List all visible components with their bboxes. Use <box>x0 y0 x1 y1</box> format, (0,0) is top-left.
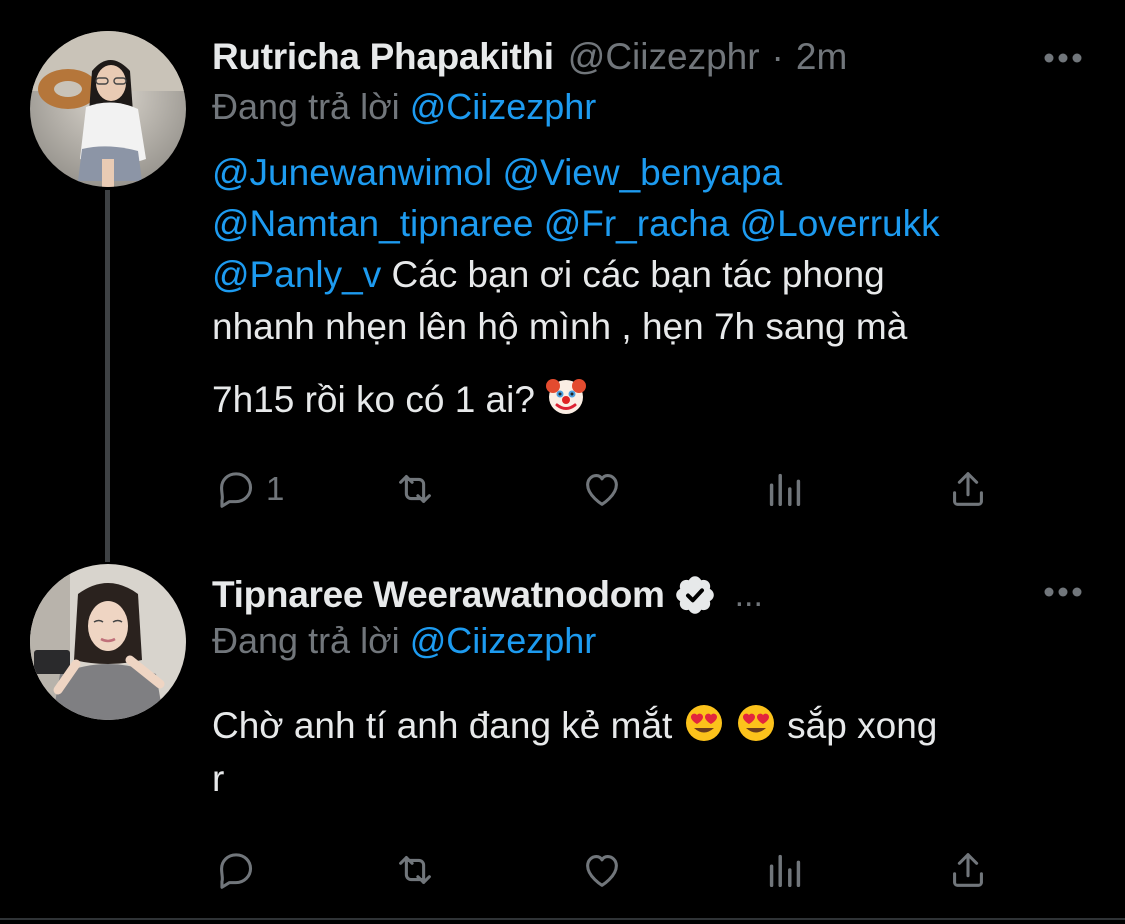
retweet-button[interactable] <box>392 464 438 514</box>
heart-icon <box>586 855 618 887</box>
mention-link[interactable]: @Panly_v <box>212 254 381 295</box>
reply-icon <box>220 853 253 889</box>
body-text: Chờ anh tí anh đang kẻ mắt <box>212 705 683 746</box>
replying-to-line: Đang trả lời @Ciizezphr <box>212 86 596 128</box>
tweet-body-line: Chờ anh tí anh đang kẻ mắt sắp xong <box>212 702 937 747</box>
reply-count: 1 <box>266 470 285 507</box>
tweet-actions-bar: 1 <box>212 464 1012 514</box>
share-icon <box>953 853 983 887</box>
body-text: 7h15 rồi ko có 1 ai? <box>212 379 546 420</box>
body-text: nhanh nhẹn lên hộ mình , hẹn 7h sang mà <box>212 306 908 347</box>
share-button[interactable] <box>945 464 991 514</box>
timestamp[interactable]: 2m <box>796 36 847 78</box>
mention-link[interactable]: @Namtan_tipnaree <box>212 203 533 244</box>
truncation-ellipsis: ... <box>734 575 763 614</box>
analytics-icon <box>769 473 801 507</box>
retweet-button[interactable] <box>392 845 438 895</box>
heart-icon <box>586 474 618 506</box>
like-button[interactable] <box>579 845 625 895</box>
body-text-spacer <box>725 705 735 746</box>
like-button[interactable] <box>579 464 625 514</box>
replying-to-line: Đang trả lời @Ciizezphr <box>212 620 596 662</box>
share-icon <box>953 472 983 506</box>
analytics-button[interactable] <box>762 464 808 514</box>
clown-face-emoji <box>546 379 587 414</box>
tweet-header: Tipnaree Weerawatnodom ... <box>212 569 763 621</box>
analytics-icon <box>769 854 801 888</box>
reply-icon <box>220 472 253 508</box>
avatar[interactable] <box>30 564 186 720</box>
more-options-icon[interactable] <box>1043 584 1083 600</box>
user-handle[interactable]: @Ciizezphr <box>568 36 760 78</box>
replying-to-mention[interactable]: @Ciizezphr <box>410 620 597 661</box>
divider <box>0 918 1125 920</box>
tweet-body-line: nhanh nhẹn lên hộ mình , hẹn 7h sang mà <box>212 306 907 348</box>
avatar[interactable] <box>30 31 186 187</box>
replying-to-mention[interactable]: @Ciizezphr <box>410 86 597 127</box>
replying-prefix: Đang trả lời <box>212 86 400 127</box>
tweet-body-line: @Namtan_tipnaree @Fr_racha @Loverrukk <box>212 203 940 245</box>
body-text: r <box>212 758 225 799</box>
mention-link[interactable]: @Fr_racha <box>544 203 730 244</box>
tweet-body-line: @Junewanwimol @View_benyapa <box>212 152 782 194</box>
retweet-icon <box>399 856 431 884</box>
more-options-icon[interactable] <box>1043 50 1083 66</box>
tweet-body-line: r <box>212 758 224 800</box>
tweet-body-line: @Panly_v Các bạn ơi các bạn tác phong <box>212 254 885 296</box>
display-name[interactable]: Rutricha Phapakithi <box>212 36 554 78</box>
heart-eyes-emoji <box>685 705 722 741</box>
tweet-body-line: 7h15 rồi ko có 1 ai? <box>212 376 587 421</box>
body-text: sắp xong <box>776 705 938 746</box>
reply-button[interactable]: 1 <box>212 464 284 514</box>
retweet-icon <box>399 475 431 503</box>
analytics-button[interactable] <box>762 845 808 895</box>
share-button[interactable] <box>945 845 991 895</box>
reply-button[interactable] <box>212 845 266 895</box>
mention-link[interactable]: @View_benyapa <box>503 152 783 193</box>
tweet-header: Rutricha Phapakithi @Ciizezphr · 2m <box>212 31 847 83</box>
replying-prefix: Đang trả lời <box>212 620 400 661</box>
body-text: Các bạn ơi các bạn tác phong <box>381 254 885 295</box>
mention-link[interactable]: @Loverrukk <box>740 203 940 244</box>
heart-eyes-emoji <box>737 705 774 741</box>
separator-dot: · <box>771 36 784 77</box>
tweet-actions-bar <box>212 845 1012 895</box>
display-name[interactable]: Tipnaree Weerawatnodom <box>212 574 665 616</box>
verified-badge-icon <box>675 576 714 614</box>
mention-link[interactable]: @Junewanwimol <box>212 152 492 193</box>
thread-connector-line <box>105 190 110 562</box>
